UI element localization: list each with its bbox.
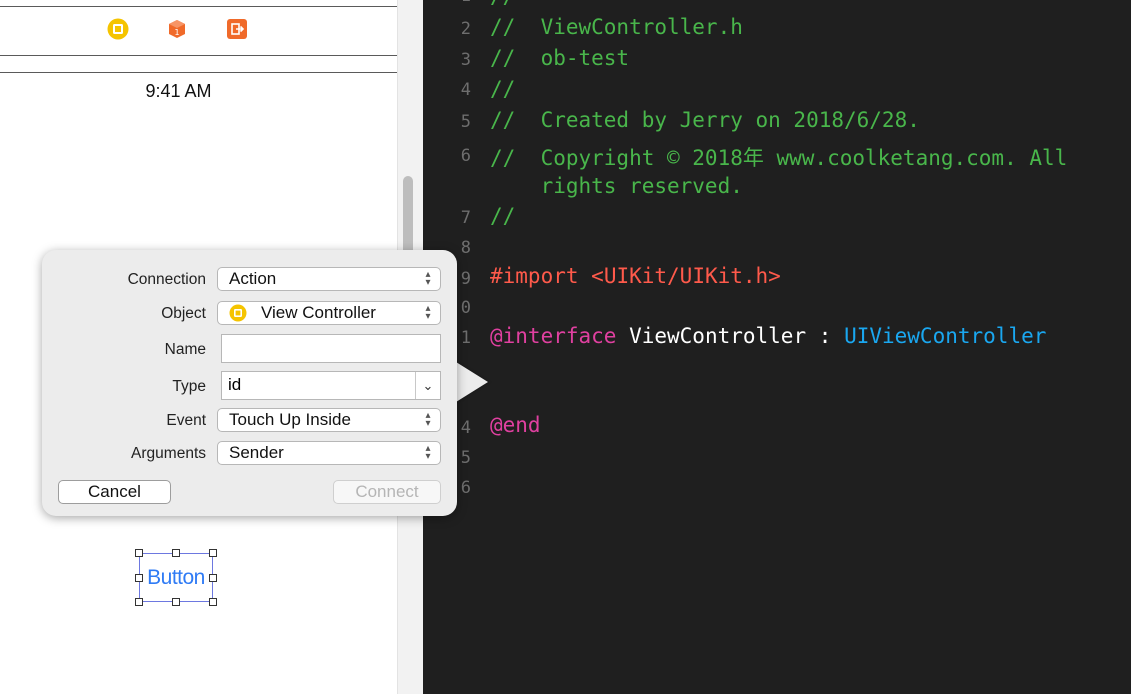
popup-arrows-icon: ▴ ▾ xyxy=(425,303,431,322)
popover-arrow xyxy=(456,362,488,402)
scene-dock-bottom-border xyxy=(0,55,397,56)
code-line-import: #import <UIKit/UIKit.h> xyxy=(490,264,781,288)
code-line: // xyxy=(490,0,515,8)
first-responder-icon[interactable]: 1 xyxy=(166,18,188,40)
colon: : xyxy=(818,324,832,348)
resize-handle-left[interactable] xyxy=(135,574,143,582)
superclass-name: UIViewController xyxy=(844,324,1047,348)
arguments-value: Sender xyxy=(229,443,284,462)
code-line: // Copyright © 2018年 www.coolketang.com.… xyxy=(490,146,1068,170)
code-line: // xyxy=(490,77,516,101)
resize-handle-top-right[interactable] xyxy=(209,549,217,557)
arguments-popup[interactable]: Sender ▴ ▾ xyxy=(217,441,441,465)
code-line: // Created by Jerry on 2018/6/28. xyxy=(490,108,920,132)
line-number: 4 xyxy=(460,80,471,100)
line-number: 2 xyxy=(460,19,471,39)
resize-handle-bottom-left[interactable] xyxy=(135,598,143,606)
object-label: Object xyxy=(161,305,206,322)
line-number: 5 xyxy=(460,112,471,132)
code-line: // ob-test xyxy=(490,46,630,70)
code-line: // ViewController.h xyxy=(490,15,743,39)
event-value: Touch Up Inside xyxy=(229,410,351,429)
view-controller-icon xyxy=(229,304,247,322)
connect-button[interactable]: Connect xyxy=(333,480,441,504)
event-popup[interactable]: Touch Up Inside ▴ ▾ xyxy=(217,408,441,432)
name-label: Name xyxy=(164,341,206,358)
code-line: // xyxy=(490,204,516,228)
code-editor[interactable]: 1 2 3 4 5 6 7 8 9 0 1 4 5 6 // // ViewCo… xyxy=(423,0,1131,694)
cancel-button[interactable]: Cancel xyxy=(58,480,171,504)
resize-handle-bottom[interactable] xyxy=(172,598,180,606)
import-path: <UIKit/UIKit.h> xyxy=(591,264,781,288)
line-number: 6 xyxy=(460,146,471,166)
name-field[interactable] xyxy=(221,334,441,363)
status-bar-time: 9:41 AM xyxy=(145,81,212,101)
svg-text:1: 1 xyxy=(174,28,179,37)
code-line-interface: @interface ViewController : UIViewContro… xyxy=(490,324,1046,348)
object-value: View Controller xyxy=(261,303,376,322)
arguments-label: Arguments xyxy=(131,445,206,462)
scene-dock-top-border xyxy=(0,6,397,7)
line-number: 3 xyxy=(460,50,471,70)
view-top-border xyxy=(0,72,397,73)
event-label: Event xyxy=(166,412,206,429)
code-line-end: @end xyxy=(490,413,541,437)
chevron-down-icon[interactable]: ⌄ xyxy=(415,372,440,399)
popup-arrows-icon: ▴ ▾ xyxy=(425,410,431,429)
exit-icon[interactable] xyxy=(226,18,248,40)
class-name: ViewController xyxy=(629,324,807,348)
resize-handle-top-left[interactable] xyxy=(135,549,143,557)
resize-handle-right[interactable] xyxy=(209,574,217,582)
popup-arrows-icon: ▴ ▾ xyxy=(425,443,431,462)
resize-handle-top[interactable] xyxy=(172,549,180,557)
connection-popup[interactable]: Action ▴ ▾ xyxy=(217,267,441,291)
connection-popover: Connection Action ▴ ▾ Object View Control… xyxy=(42,250,457,516)
popup-arrows-icon: ▴ ▾ xyxy=(425,269,431,288)
resize-handle-bottom-right[interactable] xyxy=(209,598,217,606)
canvas-scroll-thumb[interactable] xyxy=(403,176,413,258)
line-number: 1 xyxy=(451,0,471,6)
type-combobox[interactable]: id ⌄ xyxy=(221,371,441,400)
view-controller-icon[interactable] xyxy=(107,18,129,40)
interface-keyword: @interface xyxy=(490,324,617,348)
line-number: 7 xyxy=(460,208,471,228)
type-value: id xyxy=(228,375,242,394)
import-directive: #import xyxy=(490,264,579,288)
code-line: rights reserved. xyxy=(490,174,743,198)
type-label: Type xyxy=(172,378,206,395)
connection-value: Action xyxy=(229,269,277,288)
end-keyword: @end xyxy=(490,413,541,437)
object-popup[interactable]: View Controller ▴ ▾ xyxy=(217,301,441,325)
connection-label: Connection xyxy=(127,271,206,288)
canvas-button[interactable]: Button xyxy=(134,566,218,590)
